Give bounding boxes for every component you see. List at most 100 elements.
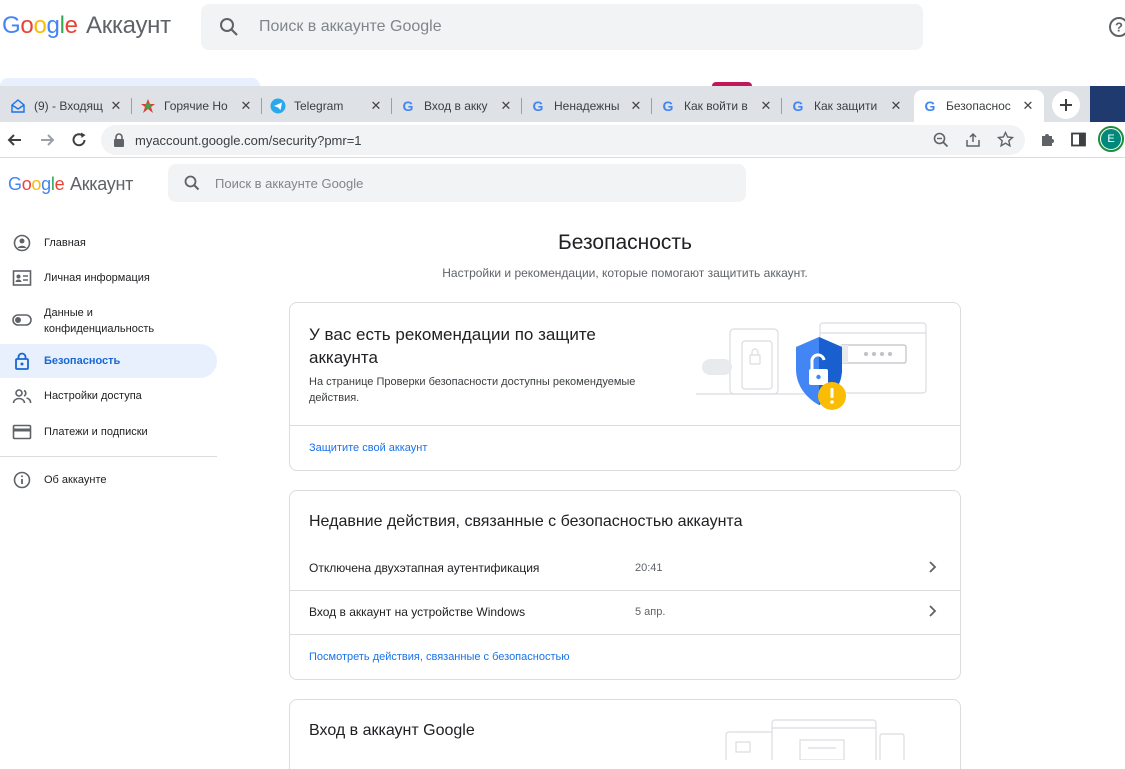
chevron-right-icon bbox=[926, 560, 938, 579]
tab-title: Вход в акку bbox=[424, 99, 488, 113]
window-edge bbox=[1090, 86, 1125, 122]
tab-title: Безопаснос bbox=[946, 99, 1011, 113]
sidebar-item-about[interactable]: Об аккаунте bbox=[0, 463, 217, 497]
close-icon[interactable]: ✕ bbox=[108, 98, 124, 114]
toggle-icon bbox=[12, 310, 32, 330]
profile-avatar[interactable]: E bbox=[1098, 126, 1124, 152]
tab-security-active[interactable]: G Безопаснос ✕ bbox=[914, 90, 1044, 122]
help-icon[interactable]: ? bbox=[1108, 16, 1125, 43]
sidebar-item-payments[interactable]: Платежи и подписки bbox=[0, 415, 217, 449]
activity-row-text: Вход в аккаунт на устройстве Windows bbox=[309, 605, 526, 619]
logo-letter: e bbox=[54, 174, 65, 194]
sidebar-item-security[interactable]: Безопасность bbox=[0, 344, 217, 378]
mail-icon bbox=[10, 98, 26, 114]
close-icon[interactable]: ✕ bbox=[238, 98, 254, 114]
home-icon bbox=[12, 233, 32, 253]
logo-letter: e bbox=[64, 12, 78, 39]
tab-inbox[interactable]: (9) - Входящ ✕ bbox=[2, 90, 132, 122]
google-icon: G bbox=[660, 98, 676, 114]
svg-text:G: G bbox=[793, 98, 804, 114]
recommendations-card: У вас есть рекомендации по защите аккаун… bbox=[289, 302, 961, 471]
page-title: Безопасность bbox=[558, 231, 692, 254]
inner-logo-suffix: Аккаунт bbox=[69, 174, 134, 194]
url-text: myaccount.google.com/security?pmr=1 bbox=[135, 133, 362, 148]
inner-search-placeholder: Поиск в аккаунте Google bbox=[215, 176, 364, 191]
svg-text:G: G bbox=[403, 98, 414, 114]
forward-arrow-icon[interactable] bbox=[38, 131, 56, 154]
telegram-icon bbox=[270, 98, 286, 114]
lock-icon[interactable] bbox=[113, 133, 125, 152]
svg-text:?: ? bbox=[1115, 20, 1123, 35]
tab-title: (9) - Входящ bbox=[34, 99, 103, 113]
extensions-icon[interactable] bbox=[1039, 131, 1056, 153]
profile-initial: E bbox=[1101, 129, 1121, 149]
background-band bbox=[0, 58, 1125, 86]
close-icon[interactable]: ✕ bbox=[368, 98, 384, 114]
activity-row[interactable]: Отключена двухэтапная аутентификация 20:… bbox=[290, 547, 960, 590]
inner-google-logo[interactable]: Google Аккаунт bbox=[8, 174, 133, 195]
tab-title: Как войти в bbox=[684, 99, 748, 113]
close-icon[interactable]: ✕ bbox=[628, 98, 644, 114]
share-icon[interactable] bbox=[965, 132, 981, 153]
sidebar-item-home[interactable]: Главная bbox=[0, 226, 217, 260]
sidebar-item-label: Об аккаунте bbox=[44, 474, 107, 486]
outer-google-logo[interactable]: Google Аккаунт bbox=[2, 12, 171, 40]
sidebar-item-personal-info[interactable]: Личная информация bbox=[0, 261, 217, 295]
chevron-right-icon bbox=[926, 604, 938, 623]
sidebar-item-data-privacy[interactable]: Данные и конфиденциальность bbox=[0, 301, 217, 341]
recommendations-description: На странице Проверки безопасности доступ… bbox=[309, 376, 636, 404]
close-icon[interactable]: ✕ bbox=[498, 98, 514, 114]
sidebar-divider bbox=[0, 456, 217, 457]
tab-howto-protect[interactable]: G Как защити ✕ bbox=[782, 90, 912, 122]
news-icon bbox=[140, 98, 156, 114]
logo-letter: o bbox=[31, 174, 42, 194]
view-security-activity-link[interactable]: Посмотреть действия, связанные с безопас… bbox=[309, 651, 569, 663]
google-icon: G bbox=[530, 98, 546, 114]
logo-letter: G bbox=[2, 12, 21, 39]
tab-title: Как защити bbox=[814, 99, 878, 113]
activity-row[interactable]: Вход в аккаунт на устройстве Windows 5 а… bbox=[290, 591, 960, 634]
svg-text:G: G bbox=[925, 98, 936, 114]
inner-header: Google Аккаунт Поиск в аккаунте Google bbox=[0, 159, 1125, 209]
protect-account-link[interactable]: Защитите свой аккаунт bbox=[309, 442, 427, 454]
search-icon bbox=[219, 17, 239, 42]
google-icon: G bbox=[790, 98, 806, 114]
card-icon bbox=[12, 422, 32, 442]
id-card-icon bbox=[12, 268, 32, 288]
sidebar-item-label: Платежи и подписки bbox=[44, 426, 148, 438]
logo-letter: o bbox=[20, 12, 34, 39]
sidebar-item-label: Личная информация bbox=[44, 272, 150, 284]
tab-signin[interactable]: G Вход в акку ✕ bbox=[392, 90, 522, 122]
inner-search-box[interactable]: Поиск в аккаунте Google bbox=[168, 164, 746, 202]
recommendations-title: У вас есть рекомендации по защите аккаун… bbox=[309, 325, 596, 367]
logo-letter: g bbox=[41, 174, 51, 194]
side-panel-icon[interactable] bbox=[1070, 131, 1087, 153]
signin-title: Вход в аккаунт Google bbox=[309, 722, 475, 739]
activity-title: Недавние действия, связанные с безопасно… bbox=[309, 513, 743, 530]
tab-news[interactable]: Горячие Но ✕ bbox=[132, 90, 262, 122]
page-subtitle: Настройки и рекомендации, которые помога… bbox=[442, 266, 808, 280]
tab-howto-login[interactable]: G Как войти в ✕ bbox=[652, 90, 782, 122]
lock-icon bbox=[12, 351, 32, 371]
google-icon: G bbox=[922, 98, 938, 114]
tab-unsafe[interactable]: G Ненадежны ✕ bbox=[522, 90, 652, 122]
reload-icon[interactable] bbox=[70, 131, 88, 154]
close-icon[interactable]: ✕ bbox=[758, 98, 774, 114]
address-bar[interactable]: myaccount.google.com/security?pmr=1 bbox=[101, 125, 1025, 155]
outer-search-placeholder: Поиск в аккаунте Google bbox=[259, 18, 442, 35]
browser-toolbar: myaccount.google.com/security?pmr=1 E bbox=[0, 122, 1125, 158]
activity-row-time: 20:41 bbox=[635, 562, 663, 574]
close-icon[interactable]: ✕ bbox=[888, 98, 904, 114]
outer-search-box[interactable]: Поиск в аккаунте Google bbox=[201, 4, 923, 50]
tab-title: Горячие Но bbox=[164, 99, 228, 113]
sidebar-item-label: Настройки доступа bbox=[44, 390, 142, 402]
new-tab-button[interactable] bbox=[1052, 91, 1080, 119]
outer-header: Google Аккаунт Поиск в аккаунте Google ? bbox=[0, 0, 1125, 58]
bookmark-star-icon[interactable] bbox=[996, 130, 1015, 153]
tab-telegram[interactable]: Telegram ✕ bbox=[262, 90, 392, 122]
people-icon bbox=[12, 386, 32, 406]
close-icon[interactable]: ✕ bbox=[1020, 98, 1036, 114]
zoom-icon[interactable] bbox=[933, 132, 949, 153]
sidebar-item-sharing[interactable]: Настройки доступа bbox=[0, 379, 217, 413]
back-arrow-icon[interactable] bbox=[6, 131, 24, 154]
